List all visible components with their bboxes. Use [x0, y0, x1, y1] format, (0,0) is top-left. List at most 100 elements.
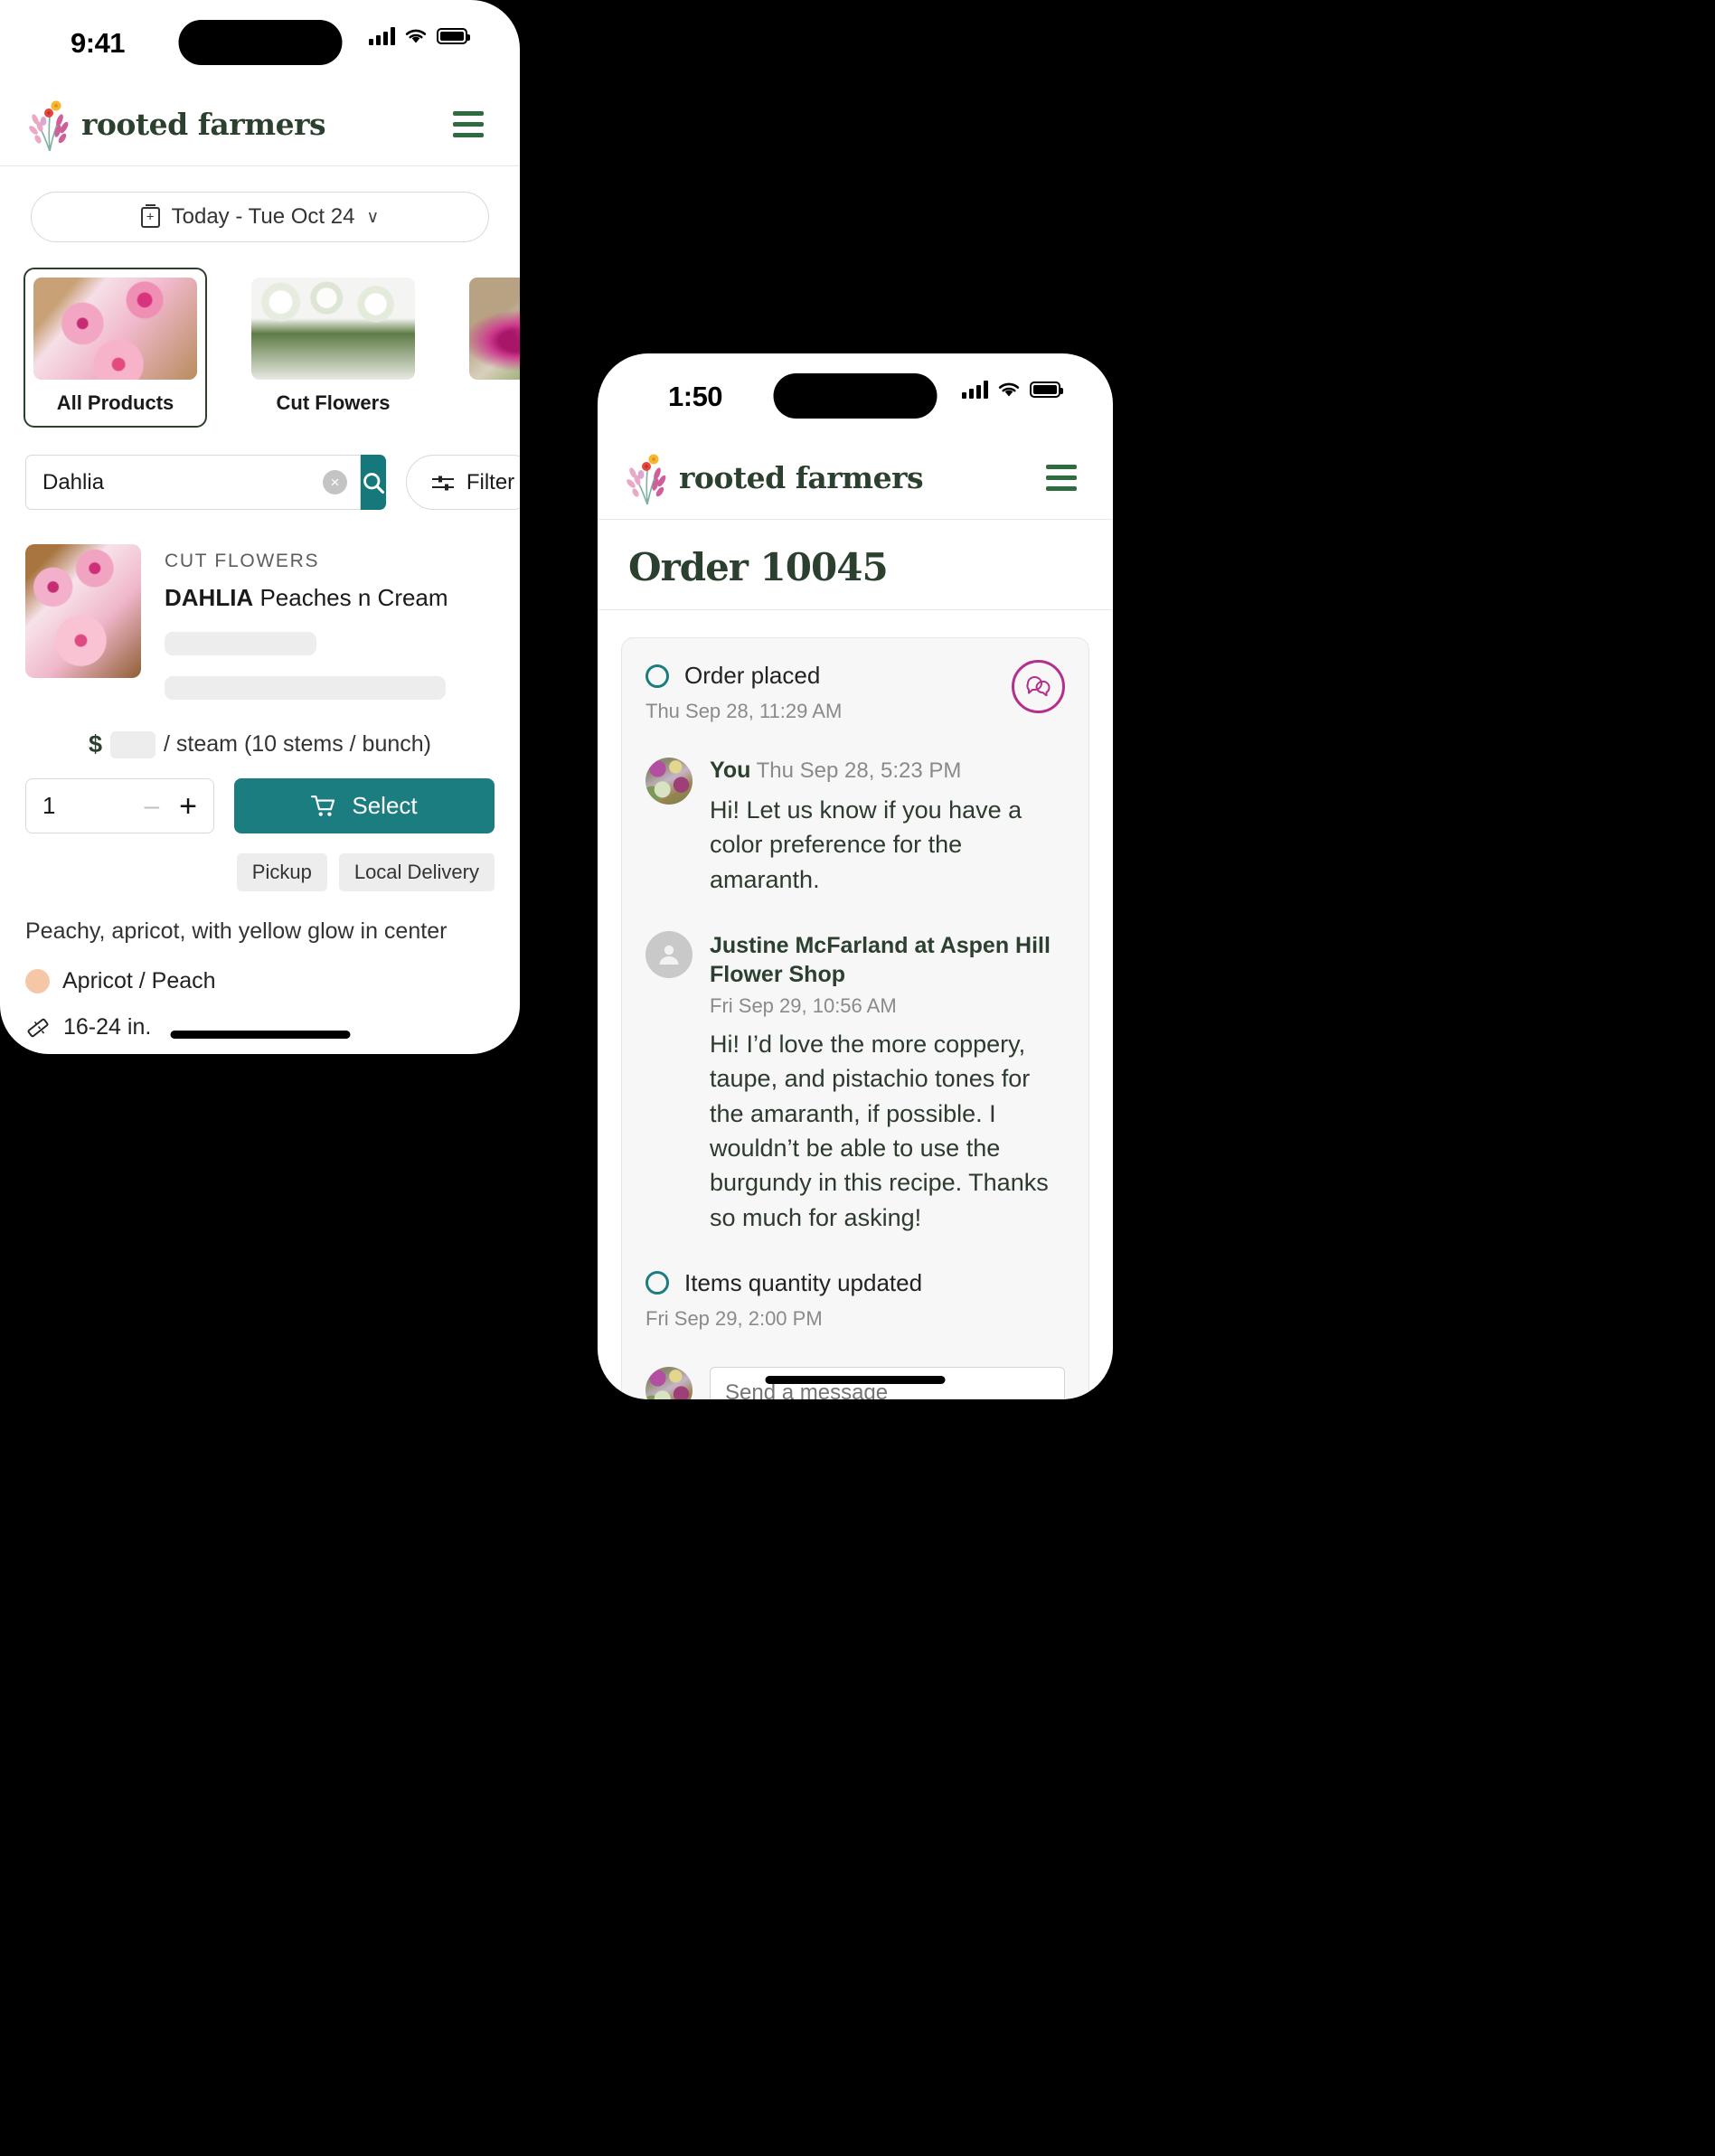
- battery-icon: [437, 28, 470, 44]
- message-body: You Thu Sep 28, 5:23 PM Hi! Let us know …: [710, 758, 1065, 897]
- message-date: Thu Sep 28, 5:23 PM: [756, 758, 962, 783]
- price-currency: $: [89, 730, 103, 758]
- product-variety: Peaches n Cream: [259, 584, 448, 611]
- product-name: DAHLIA Peaches n Cream: [165, 584, 495, 612]
- category-tabs: All Products Cut Flowers Bou: [0, 242, 520, 428]
- order-timeline-card: Order placed Thu Sep 28, 11:29 AM You Th…: [621, 637, 1089, 1399]
- person-icon: [659, 945, 679, 965]
- filter-button[interactable]: Filter: [406, 455, 520, 510]
- status-ring-icon: [645, 1271, 669, 1295]
- page-title-wrap: Order 10045: [598, 520, 1113, 610]
- home-indicator: [765, 1376, 946, 1384]
- date-selector-label: Today - Tue Oct 24: [171, 204, 355, 229]
- products-phone: 9:41 rooted farmers + Today - Tue Oct 24…: [0, 0, 520, 1054]
- fulfillment-tags: Pickup Local Delivery: [0, 833, 520, 891]
- attribute-length-label: 16-24 in.: [63, 1014, 152, 1040]
- search-input[interactable]: [42, 469, 323, 495]
- calendar-icon: [140, 203, 160, 228]
- clear-search-icon[interactable]: ×: [323, 470, 347, 494]
- category-tab-cut-flowers[interactable]: Cut Flowers: [241, 268, 425, 428]
- flower-bouquet-logo-icon: [29, 100, 69, 151]
- category-thumbnail: [251, 278, 415, 380]
- category-tab-label: Cut Flowers: [276, 391, 391, 414]
- category-tab-label: All Products: [56, 391, 174, 414]
- message-text: Hi! Let us know if you have a color pref…: [710, 796, 1022, 893]
- status-ring-icon: [645, 664, 669, 688]
- product-card: CUT FLOWERS DAHLIA Peaches n Cream: [0, 510, 520, 700]
- timeline-event-head: Order placed: [645, 662, 1065, 690]
- search-button[interactable]: [361, 455, 386, 510]
- avatar: [645, 1366, 693, 1399]
- category-thumbnail: [469, 278, 520, 380]
- chat-bubbles-icon: [1026, 675, 1050, 696]
- brand-name: rooted farmers: [679, 460, 924, 495]
- placeholder-bar: [165, 632, 316, 655]
- message-date: Fri Sep 29, 10:56 AM: [710, 993, 897, 1017]
- flower-bouquet-logo-icon: [627, 454, 666, 504]
- message-body: Justine McFarland at Aspen Hill Flower S…: [710, 931, 1065, 1235]
- chat-button[interactable]: [1012, 660, 1065, 713]
- date-selector-wrap: Today - Tue Oct 24 ∨: [0, 166, 520, 242]
- date-selector[interactable]: Today - Tue Oct 24 ∨: [31, 192, 489, 242]
- search-icon: [363, 472, 385, 494]
- filter-label: Filter: [466, 469, 515, 494]
- status-bar-icons: [962, 381, 1063, 399]
- dynamic-island: [178, 20, 342, 65]
- brand-header: rooted farmers: [0, 83, 520, 166]
- stepper-controls: – +: [144, 791, 197, 822]
- category-thumbnail: [33, 278, 197, 380]
- dynamic-island: [773, 373, 938, 419]
- price-unit: / steam (10 stems / bunch): [164, 731, 431, 757]
- timeline-event-order-placed: Order placed Thu Sep 28, 11:29 AM: [645, 662, 1065, 723]
- hamburger-menu-icon[interactable]: [1041, 459, 1082, 496]
- status-bar-time: 1:50: [668, 381, 723, 412]
- message-text: Hi! I’d love the more coppery, taupe, an…: [710, 1030, 1049, 1231]
- select-button[interactable]: Select: [234, 778, 495, 833]
- color-swatch-icon: [25, 969, 50, 993]
- product-category: CUT FLOWERS: [165, 551, 320, 571]
- product-description: Peachy, apricot, with yellow glow in cen…: [25, 918, 448, 944]
- search-box[interactable]: ×: [25, 455, 361, 510]
- avatar: [645, 758, 693, 805]
- brand-header: rooted farmers: [598, 437, 1113, 520]
- category-tab-bouquets[interactable]: Bou: [459, 268, 520, 428]
- brand-logo[interactable]: rooted farmers: [623, 450, 924, 506]
- placeholder-bar: [165, 676, 446, 700]
- select-button-label: Select: [352, 792, 418, 819]
- quantity-value: 1: [42, 792, 56, 819]
- message-author: Justine McFarland at Aspen Hill Flower S…: [710, 932, 1051, 987]
- shopping-cart-icon: [311, 795, 335, 816]
- hamburger-menu-icon[interactable]: [448, 106, 489, 143]
- wifi-icon: [405, 29, 427, 43]
- product-image: [25, 544, 141, 678]
- price-line: $ / steam (10 stems / bunch): [0, 730, 520, 758]
- chevron-down-icon: ∨: [366, 207, 380, 227]
- quantity-stepper[interactable]: 1 – +: [25, 778, 214, 833]
- message-item: You Thu Sep 28, 5:23 PM Hi! Let us know …: [645, 758, 1065, 897]
- timeline-event-items-updated: Items quantity updated Fri Sep 29, 2:00 …: [645, 1269, 1065, 1331]
- home-indicator: [170, 1031, 350, 1039]
- cellular-signal-icon: [369, 27, 395, 45]
- order-phone: 1:50 rooted farmers Order 10045 Order pl…: [598, 353, 1113, 1399]
- quantity-decrement-button[interactable]: –: [144, 792, 159, 820]
- quantity-increment-button[interactable]: +: [179, 791, 197, 822]
- sliders-icon: [431, 475, 454, 490]
- status-bar-time: 9:41: [71, 27, 126, 59]
- status-bar-icons: [369, 27, 470, 45]
- brand-logo[interactable]: rooted farmers: [25, 97, 326, 153]
- timeline-event-time: Thu Sep 28, 11:29 AM: [645, 700, 843, 722]
- product-info: CUT FLOWERS DAHLIA Peaches n Cream: [165, 544, 495, 700]
- tag-local-delivery: Local Delivery: [338, 853, 495, 891]
- product-type: DAHLIA: [165, 584, 254, 611]
- status-bar: 9:41: [0, 0, 520, 83]
- cellular-signal-icon: [962, 381, 988, 399]
- message-author: You: [710, 758, 751, 783]
- tag-pickup: Pickup: [236, 853, 327, 891]
- timeline-event-label: Items quantity updated: [684, 1268, 923, 1296]
- status-bar: 1:50: [598, 353, 1113, 437]
- message-item: Justine McFarland at Aspen Hill Flower S…: [645, 930, 1065, 1235]
- wifi-icon: [998, 382, 1020, 397]
- category-tab-all-products[interactable]: All Products: [24, 268, 207, 428]
- screenshot-stage: 9:41 rooted farmers + Today - Tue Oct 24…: [0, 0, 1715, 2156]
- timeline-event-head: Items quantity updated: [645, 1269, 1065, 1297]
